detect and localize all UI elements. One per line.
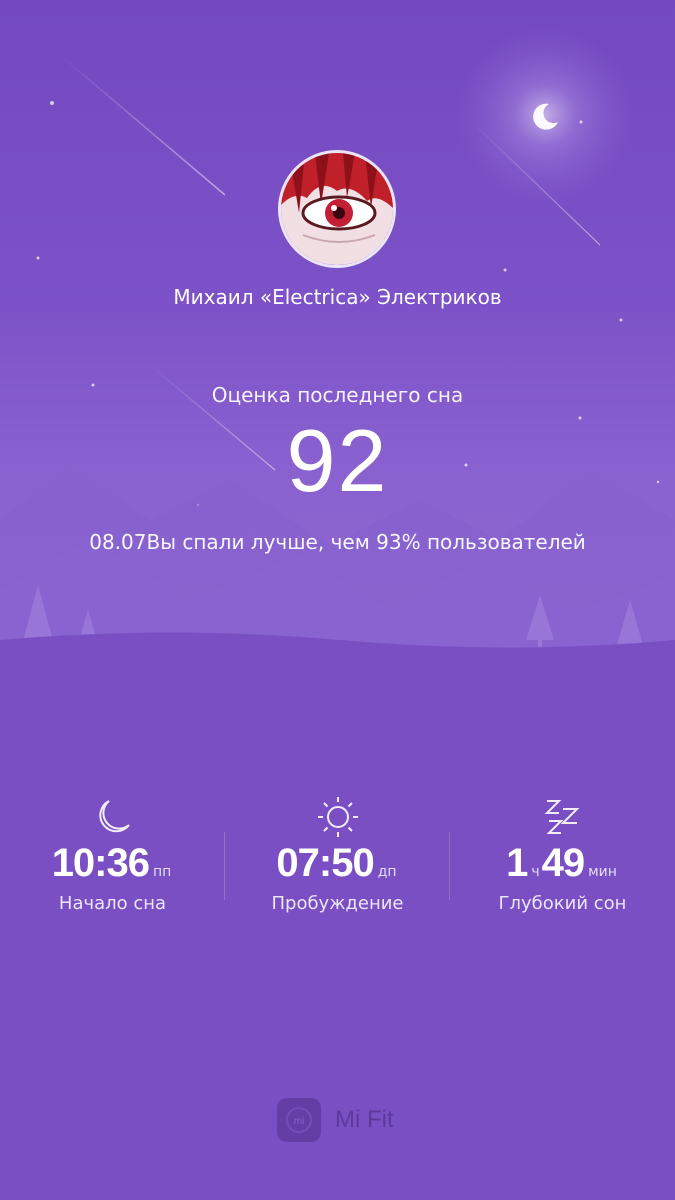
moon-icon: [98, 800, 130, 833]
wake-up-label: Пробуждение: [271, 893, 404, 914]
moon-sky-icon: [533, 103, 558, 130]
wake-up-time: 07:50: [276, 841, 374, 885]
mi-fit-logo-icon: mi: [277, 1098, 321, 1142]
sleep-score-value: 92: [286, 411, 389, 510]
stat-deep-sleep: 1 ч 49 мин Глубокий сон: [450, 795, 675, 914]
user-name: Михаил «Electrica» Электриков: [173, 285, 502, 309]
mi-logo-text: mi: [294, 1116, 305, 1127]
stat-sleep-start: 10:36 пп Начало сна: [0, 795, 225, 914]
sleep-start-period: пп: [153, 864, 172, 880]
avatar-image: [281, 153, 393, 265]
sleep-comparison-text: 08.07Вы спали лучше, чем 93% пользовател…: [89, 530, 586, 554]
deep-sleep-minutes-unit: мин: [588, 864, 617, 880]
user-avatar[interactable]: [278, 150, 396, 268]
sleep-score-label: Оценка последнего сна: [211, 383, 464, 407]
wake-up-period: дп: [377, 864, 397, 880]
mi-fit-brand: mi Mi Fit: [277, 1097, 394, 1143]
stat-wake-up: 07:50 дп Пробуждение: [225, 795, 450, 914]
sleep-start-time: 10:36: [51, 841, 150, 885]
sleep-start-label: Начало сна: [58, 893, 167, 914]
zzz-icon: [544, 800, 579, 834]
deep-sleep-minutes: 49: [541, 841, 585, 885]
deep-sleep-hours: 1: [506, 841, 528, 885]
deep-sleep-hours-unit: ч: [531, 864, 540, 880]
mi-logo-icon: mi: [286, 1107, 312, 1133]
landscape-illustration: [0, 25, 675, 680]
sun-icon: [317, 797, 358, 837]
mi-fit-name: Mi Fit: [335, 1106, 394, 1133]
deep-sleep-label: Глубокий сон: [498, 893, 627, 914]
